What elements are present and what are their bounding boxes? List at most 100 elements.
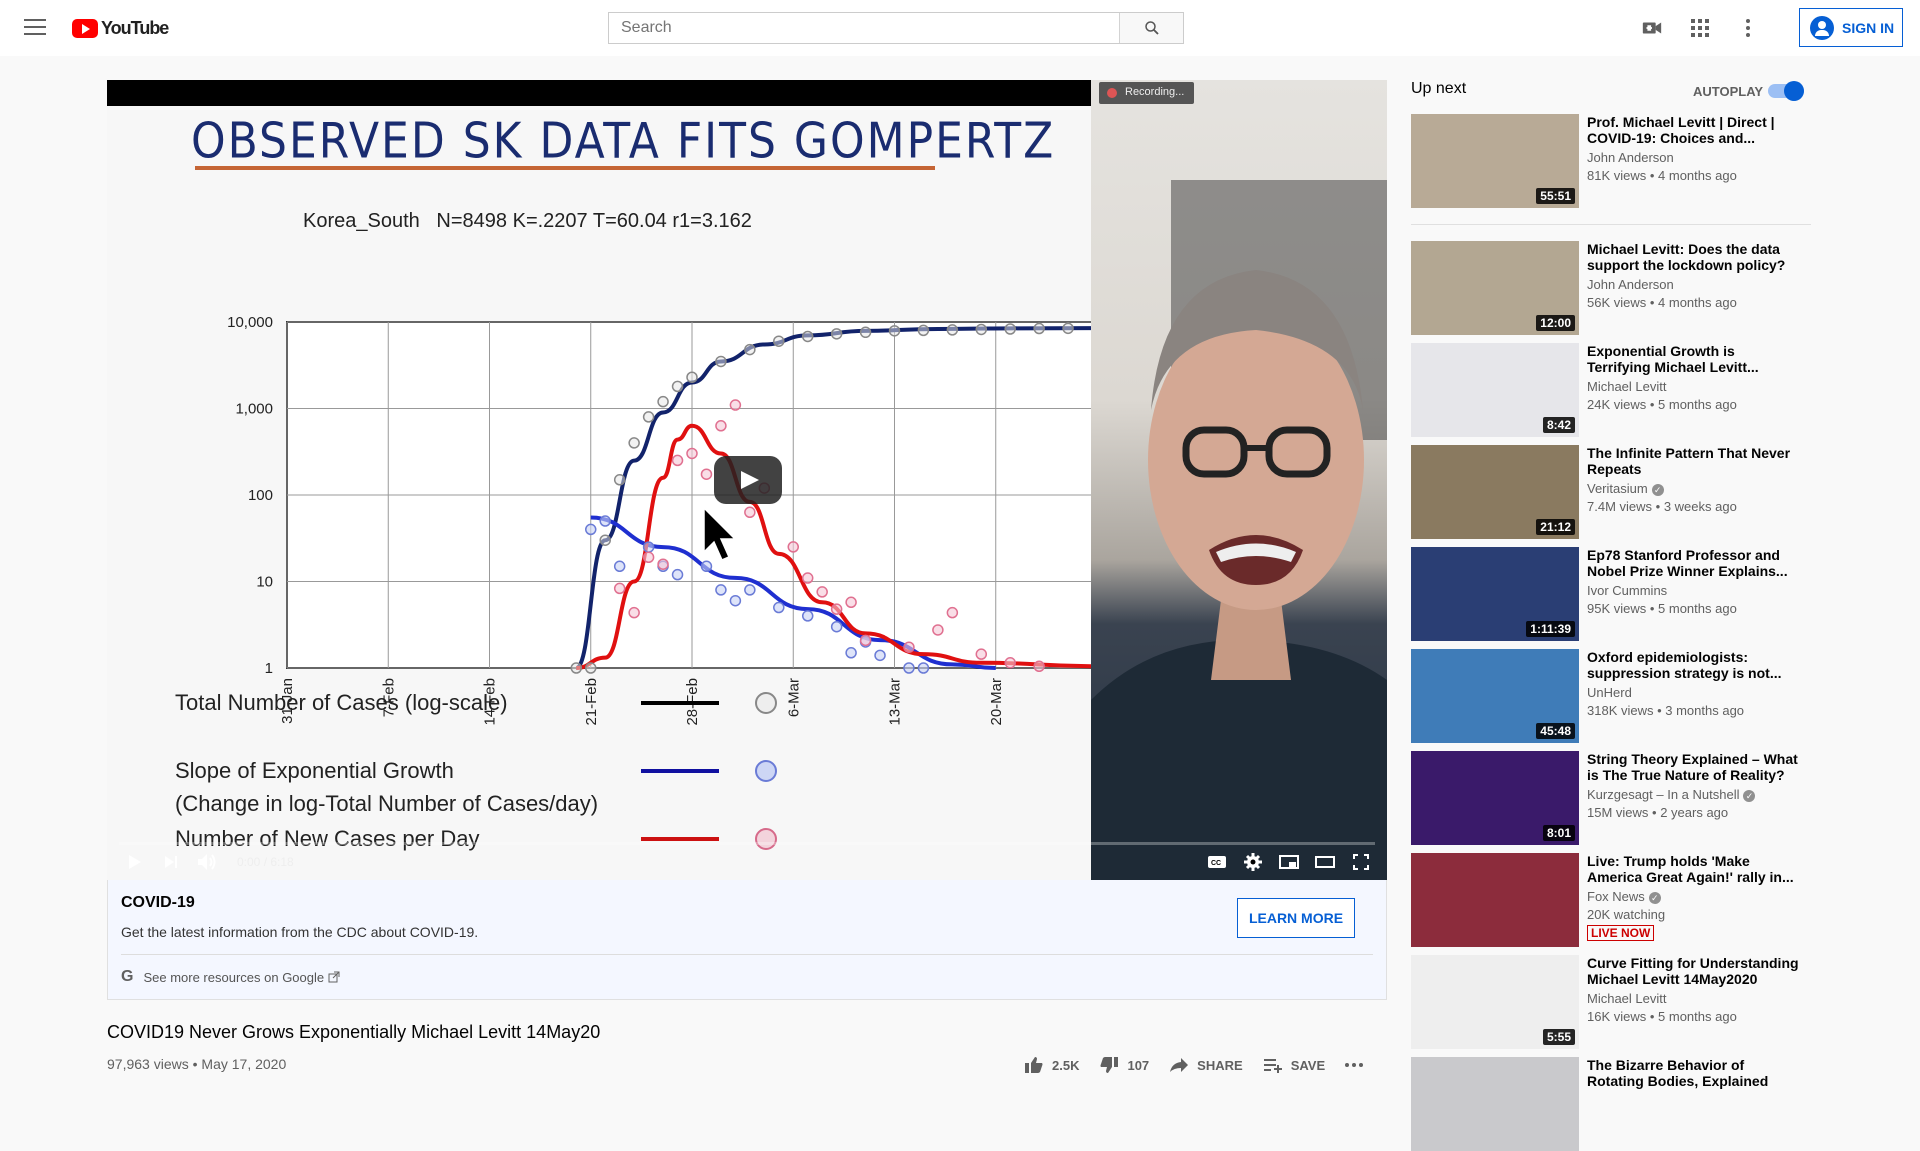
video-duration: 8:01 [1542, 825, 1575, 841]
google-resources-link[interactable]: G See more resources on Google [121, 968, 340, 986]
video-views: 56K views [1587, 295, 1647, 310]
channel-name: John Anderson [1587, 150, 1674, 165]
settings-gear-icon[interactable] [1235, 844, 1271, 880]
video-stats: 318K views • 3 months ago [1587, 703, 1745, 718]
search-box [608, 12, 1184, 44]
video-channel[interactable]: John Anderson [1587, 150, 1674, 165]
share-icon [1170, 1058, 1189, 1072]
scatter-point-slope [845, 647, 857, 659]
video-thumbnail[interactable] [1411, 853, 1579, 947]
volume-icon[interactable] [189, 844, 225, 880]
speaker-image [1091, 180, 1387, 880]
video-channel[interactable]: Michael Levitt [1587, 379, 1666, 394]
gompertz-chart: 31-Jan7-Feb14-Feb21-Feb28-Feb6-Mar13-Mar… [227, 314, 1091, 726]
next-icon[interactable] [153, 844, 189, 880]
autoplay-toggle[interactable] [1768, 81, 1804, 101]
recommended-video-item[interactable]: 5:55 Curve Fitting for Understanding Mic… [1411, 955, 1811, 1049]
settings-more-icon[interactable] [1736, 16, 1760, 40]
video-title-link[interactable]: Exponential Growth is Terrifying Michael… [1587, 343, 1799, 375]
video-duration: 12:00 [1536, 315, 1575, 331]
live-badge: LIVE NOW [1587, 925, 1655, 941]
video-title-link[interactable]: The Infinite Pattern That Never Repeats [1587, 445, 1799, 477]
video-thumbnail[interactable]: 55:51 [1411, 114, 1579, 208]
logo-text: YouTube [101, 18, 169, 38]
scatter-point-new-cases [801, 572, 814, 584]
video-title-link[interactable]: The Bizarre Behavior of Rotating Bodies,… [1587, 1057, 1799, 1089]
theater-mode-icon[interactable] [1307, 844, 1343, 880]
scatter-point-total [830, 328, 843, 340]
channel-name: Kurzgesagt – In a Nutshell [1587, 787, 1740, 802]
slide-underline [195, 166, 935, 170]
video-title-link[interactable]: Prof. Michael Levitt | Direct | COVID-19… [1587, 114, 1799, 146]
share-button[interactable]: SHARE [1169, 1057, 1243, 1073]
video-title-link[interactable]: Ep78 Stanford Professor and Nobel Prize … [1587, 547, 1799, 579]
video-player[interactable]: OBSERVED SK DATA FITS GOMPERTZ Korea_Sou… [107, 80, 1387, 880]
apps-icon[interactable] [1688, 16, 1712, 40]
scatter-point-total [585, 662, 597, 674]
masthead: YouTube SIGN IN [0, 0, 1920, 56]
recommended-video-item[interactable]: Live: Trump holds 'Make America Great Ag… [1411, 853, 1811, 947]
video-channel[interactable]: Michael Levitt [1587, 991, 1666, 1006]
channel-name: Veritasium [1587, 481, 1648, 496]
verified-icon: ✓ [1743, 790, 1756, 802]
scatter-point-new-cases [715, 420, 727, 432]
save-button[interactable]: SAVE [1263, 1057, 1325, 1073]
video-channel[interactable]: Ivor Cummins [1587, 583, 1667, 598]
legend-label-slope-2: (Change in log-Total Number of Cases/day… [175, 791, 599, 816]
create-video-icon[interactable] [1640, 16, 1664, 40]
recommended-video-item[interactable]: 8:01 String Theory Explained – What is T… [1411, 751, 1811, 845]
sign-in-button[interactable]: SIGN IN [1799, 8, 1903, 47]
dislike-button[interactable]: 107 [1099, 1056, 1149, 1074]
video-thumbnail[interactable]: 8:42 [1411, 343, 1579, 437]
scatter-point-total [1004, 323, 1016, 335]
scatter-point-slope [903, 662, 915, 674]
recommended-video-item[interactable]: 45:48 Oxford epidemiologists: suppressio… [1411, 649, 1811, 743]
video-thumbnail[interactable]: 5:55 [1411, 955, 1579, 1049]
youtube-logo[interactable]: YouTube [72, 18, 169, 39]
video-channel[interactable]: Veritasium ✓ [1587, 481, 1664, 496]
video-views: 24K views [1587, 397, 1647, 412]
video-title-link[interactable]: Oxford epidemiologists: suppression stra… [1587, 649, 1799, 681]
more-actions-button[interactable] [1345, 1063, 1364, 1067]
video-thumbnail[interactable]: 12:00 [1411, 241, 1579, 335]
scatter-point-slope [671, 568, 684, 581]
recommended-video-item[interactable]: The Bizarre Behavior of Rotating Bodies,… [1411, 1057, 1811, 1151]
fullscreen-icon[interactable] [1343, 844, 1379, 880]
search-input[interactable] [609, 13, 1119, 43]
video-channel[interactable]: Fox News ✓ [1587, 889, 1661, 904]
video-title-link[interactable]: String Theory Explained – What is The Tr… [1587, 751, 1799, 783]
scatter-point-total [671, 380, 684, 393]
video-stats: 24K views • 5 months ago [1587, 397, 1737, 412]
video-channel[interactable]: UnHerd [1587, 685, 1632, 700]
menu-icon[interactable] [24, 19, 46, 37]
video-channel[interactable]: John Anderson [1587, 277, 1674, 292]
video-thumbnail[interactable]: 45:48 [1411, 649, 1579, 743]
learn-more-button[interactable]: LEARN MORE [1237, 898, 1355, 938]
recommended-video-item[interactable]: 21:12 The Infinite Pattern That Never Re… [1411, 445, 1811, 539]
scatter-point-slope [744, 584, 756, 596]
miniplayer-icon[interactable] [1271, 844, 1307, 880]
video-title-link[interactable]: Michael Levitt: Does the data support th… [1587, 241, 1799, 273]
recommended-video-item[interactable]: 12:00 Michael Levitt: Does the data supp… [1411, 241, 1811, 335]
like-button[interactable]: 2.5K [1024, 1056, 1079, 1074]
video-title-link[interactable]: Live: Trump holds 'Make America Great Ag… [1587, 853, 1799, 885]
captions-icon[interactable]: CC [1199, 844, 1235, 880]
video-duration: 5:55 [1542, 1029, 1575, 1045]
scatter-point-slope [599, 515, 611, 527]
video-thumbnail[interactable]: 1:11:39 [1411, 547, 1579, 641]
video-thumbnail[interactable] [1411, 1057, 1579, 1151]
search-button[interactable] [1119, 13, 1183, 43]
recommended-video-item[interactable]: 8:42 Exponential Growth is Terrifying Mi… [1411, 343, 1811, 437]
scatter-point-total [628, 437, 640, 449]
recommended-video-item[interactable]: 1:11:39 Ep78 Stanford Professor and Nobe… [1411, 547, 1811, 641]
play-icon[interactable] [117, 844, 153, 880]
x-tick-label: 21-Feb [583, 678, 600, 726]
scatter-point-new-cases [845, 596, 857, 609]
video-thumbnail[interactable]: 8:01 [1411, 751, 1579, 845]
recommended-video-item[interactable]: 55:51 Prof. Michael Levitt | Direct | CO… [1411, 114, 1811, 208]
video-title-link[interactable]: Curve Fitting for Understanding Michael … [1587, 955, 1799, 987]
video-channel[interactable]: Kurzgesagt – In a Nutshell ✓ [1587, 787, 1756, 802]
center-play-button[interactable] [714, 456, 782, 504]
x-tick-label: 6-Mar [785, 678, 802, 717]
video-thumbnail[interactable]: 21:12 [1411, 445, 1579, 539]
